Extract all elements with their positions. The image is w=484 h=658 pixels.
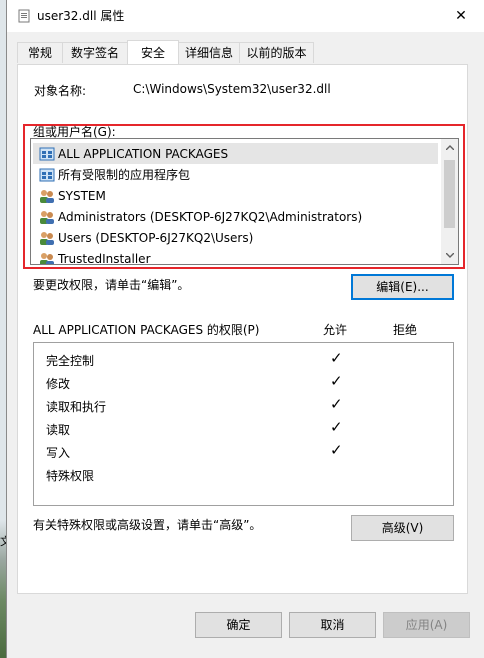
tab-security[interactable]: 安全	[127, 40, 179, 64]
object-name-label: 对象名称:	[34, 84, 87, 98]
list-item-label: SYSTEM	[58, 188, 106, 203]
security-panel: 对象名称: C:\Windows\System32\user32.dll 组或用…	[17, 64, 468, 594]
users-icon	[40, 189, 54, 203]
scroll-thumb[interactable]	[444, 160, 455, 228]
list-item[interactable]: 所有受限制的应用程序包	[33, 164, 438, 185]
scroll-up-button[interactable]	[441, 139, 458, 156]
apply-button[interactable]: 应用(A)	[383, 612, 470, 638]
permission-name: 修改	[46, 377, 71, 391]
users-icon	[40, 252, 54, 264]
list-item-label: 所有受限制的应用程序包	[58, 168, 191, 182]
app-packages-icon	[39, 147, 55, 160]
permissions-list: 完全控制 ✓ 修改 ✓ 读取和执行 ✓ 读取 ✓ 写入 ✓ 特殊权限	[33, 342, 454, 506]
properties-dialog: user32.dll 属性 ✕ 常规 数字签名 安全 详细信息 以前的版本 对象…	[6, 0, 484, 658]
object-name-value: C:\Windows\System32\user32.dll	[133, 82, 331, 96]
permission-row: 特殊权限	[46, 464, 446, 484]
permission-row: 读取 ✓	[46, 418, 446, 438]
group-user-list[interactable]: ALL APPLICATION PACKAGES 所有受限制的应用程序包 SYS…	[30, 138, 459, 265]
list-item[interactable]: Administrators (DESKTOP-6J27KQ2\Administ…	[33, 206, 438, 227]
scroll-down-button[interactable]	[441, 247, 458, 264]
list-item[interactable]: Users (DESKTOP-6J27KQ2\Users)	[33, 227, 438, 248]
allow-check-icon: ✓	[330, 349, 343, 367]
permission-row: 写入 ✓	[46, 441, 446, 461]
tab-digital-signatures[interactable]: 数字签名	[62, 42, 128, 63]
permission-row: 读取和执行 ✓	[46, 395, 446, 415]
file-icon	[18, 9, 30, 23]
close-icon: ✕	[455, 8, 467, 24]
allow-column-header: 允许	[323, 323, 348, 337]
edit-button[interactable]: 编辑(E)...	[351, 274, 454, 300]
list-item-label: Administrators (DESKTOP-6J27KQ2\Administ…	[58, 209, 363, 224]
tab-previous-versions[interactable]: 以前的版本	[239, 42, 314, 63]
tab-general[interactable]: 常规	[17, 42, 63, 63]
advanced-hint: 有关特殊权限或高级设置，请单击“高级”。	[33, 518, 262, 532]
permissions-title: ALL APPLICATION PACKAGES 的权限(P)	[33, 323, 260, 337]
permission-row: 修改 ✓	[46, 372, 446, 392]
list-item-label: ALL APPLICATION PACKAGES	[58, 146, 229, 161]
list-item-label: Users (DESKTOP-6J27KQ2\Users)	[58, 230, 254, 245]
app-packages-icon	[39, 168, 55, 181]
permission-name: 写入	[46, 446, 71, 460]
change-permissions-hint: 要更改权限，请单击“编辑”。	[33, 278, 190, 292]
chevron-up-icon	[445, 145, 454, 150]
window-title: user32.dll 属性	[37, 9, 125, 23]
close-button[interactable]: ✕	[438, 0, 484, 32]
allow-check-icon: ✓	[330, 395, 343, 413]
permission-name: 完全控制	[46, 354, 95, 368]
ok-button[interactable]: 确定	[195, 612, 282, 638]
allow-check-icon: ✓	[330, 372, 343, 390]
permission-name: 特殊权限	[46, 469, 95, 483]
title-bar: user32.dll 属性 ✕	[7, 0, 484, 32]
permission-row: 完全控制 ✓	[46, 349, 446, 369]
permission-name: 读取和执行	[46, 400, 107, 414]
allow-check-icon: ✓	[330, 418, 343, 436]
permission-name: 读取	[46, 423, 71, 437]
list-scrollbar[interactable]	[441, 139, 458, 264]
list-item[interactable]: ALL APPLICATION PACKAGES	[33, 143, 438, 164]
chevron-down-icon	[445, 253, 454, 258]
users-icon	[40, 210, 54, 224]
list-item[interactable]: TrustedInstaller	[33, 248, 438, 265]
list-item-label: TrustedInstaller	[58, 251, 151, 265]
list-item[interactable]: SYSTEM	[33, 185, 438, 206]
users-icon	[40, 231, 54, 245]
advanced-button[interactable]: 高级(V)	[351, 515, 454, 541]
cancel-button[interactable]: 取消	[289, 612, 376, 638]
allow-check-icon: ✓	[330, 441, 343, 459]
deny-column-header: 拒绝	[393, 323, 418, 337]
tab-details[interactable]: 详细信息	[178, 42, 240, 63]
